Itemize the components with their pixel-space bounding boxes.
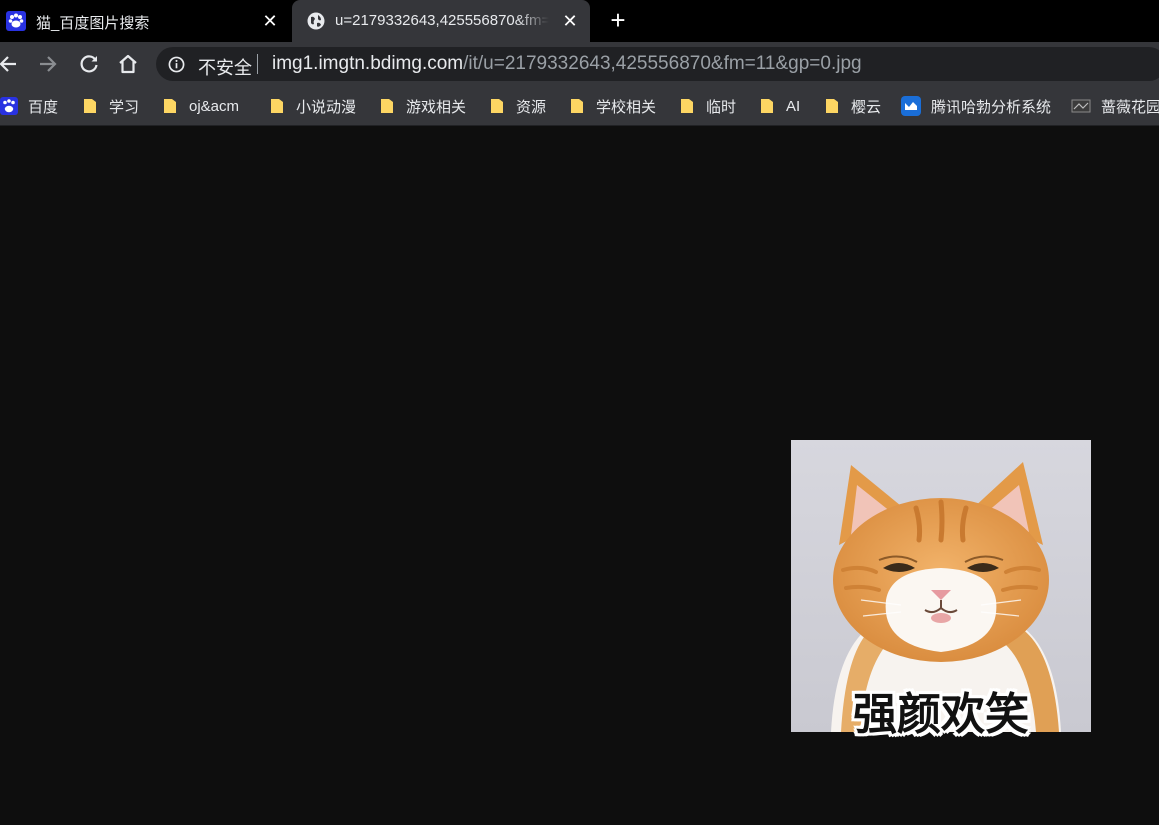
bookmark-label: AI <box>786 97 801 115</box>
bookmark-label: oj&acm <box>189 97 240 115</box>
home-icon[interactable] <box>116 52 140 76</box>
folder-icon <box>271 99 283 113</box>
bookmark-folder-yingyun[interactable]: 樱云 <box>823 96 881 116</box>
security-status-label[interactable]: 不安全 <box>198 54 252 80</box>
cat-meme-image: 强颜欢笑 <box>791 440 1091 740</box>
bookmark-label: 临时 <box>706 98 737 116</box>
bookmark-label: 百度 <box>28 98 59 116</box>
bookmark-folder-ai[interactable]: AI <box>758 96 800 116</box>
bookmark-label: 游戏相关 <box>406 98 467 116</box>
bookmark-baidu[interactable]: 百度 <box>0 96 58 116</box>
reload-icon[interactable] <box>77 52 101 76</box>
bookmark-folder-games[interactable]: 游戏相关 <box>378 96 466 116</box>
close-icon[interactable]: ✕ <box>561 12 579 30</box>
tab-image[interactable]: u=2179332643,425556870&fm=11&gp=0.jpg ✕ <box>292 0 590 42</box>
folder-icon <box>681 99 693 113</box>
tab-baidu-image-search[interactable]: 猫_百度图片搜索 ✕ <box>0 0 290 42</box>
folder-icon <box>381 99 393 113</box>
bookmark-label: 樱云 <box>851 98 882 116</box>
url-text[interactable]: img1.imgtn.bdimg.com/it/u=2179332643,425… <box>272 53 862 75</box>
site-icon <box>1071 99 1091 113</box>
bookmark-label: 学习 <box>109 98 140 116</box>
folder-icon <box>491 99 503 113</box>
tab-strip: 猫_百度图片搜索 ✕ u=2179332643,425556870&fm=11&… <box>0 0 1159 42</box>
tab-title: 猫_百度图片搜索 <box>36 15 150 32</box>
url-host: img1.imgtn.bdimg.com <box>272 53 464 74</box>
plus-icon[interactable]: + <box>606 7 630 33</box>
bookmark-label: 资源 <box>516 98 547 116</box>
bookmark-rose-garden[interactable]: 蔷薇花园 <box>1071 96 1159 116</box>
url-path: /it/u=2179332643,425556870&fm=11&gp=0.jp… <box>463 53 862 74</box>
separator <box>257 54 258 74</box>
folder-icon <box>826 99 838 113</box>
bookmark-folder-study[interactable]: 学习 <box>81 96 139 116</box>
folder-icon <box>164 99 176 113</box>
habo-icon <box>901 96 921 116</box>
folder-icon <box>571 99 583 113</box>
bookmark-folder-novels-anime[interactable]: 小说动漫 <box>268 96 356 116</box>
baidu-paw-icon <box>6 11 26 31</box>
bookmark-folder-resources[interactable]: 资源 <box>488 96 546 116</box>
bookmark-folder-temp[interactable]: 临时 <box>678 96 736 116</box>
address-bar[interactable]: 不安全 img1.imgtn.bdimg.com/it/u=2179332643… <box>156 47 1159 81</box>
bookmark-label: 腾讯哈勃分析系统 <box>931 98 1052 116</box>
back-arrow-icon[interactable] <box>0 52 20 76</box>
tab-title: u=2179332643,425556870&fm=11&gp=0.jpg <box>335 12 549 29</box>
toolbar: 不安全 img1.imgtn.bdimg.com/it/u=2179332643… <box>0 42 1159 86</box>
folder-icon <box>84 99 96 113</box>
bookmark-folder-school[interactable]: 学校相关 <box>568 96 656 116</box>
bookmark-folder-oj-acm[interactable]: oj&acm <box>161 96 239 116</box>
folder-icon <box>761 99 773 113</box>
bookmarks-bar: 百度 学习 oj&acm 小说动漫 游戏相关 资源 学校相关 临时 AI 樱云 <box>0 86 1159 126</box>
bookmark-label: 学校相关 <box>596 98 657 116</box>
bookmark-label: 蔷薇花园 <box>1101 98 1159 116</box>
globe-icon <box>307 12 325 30</box>
info-icon[interactable] <box>168 56 185 73</box>
bookmark-label: 小说动漫 <box>296 98 357 116</box>
bookmark-tencent-habo[interactable]: 腾讯哈勃分析系统 <box>901 96 1051 116</box>
close-icon[interactable]: ✕ <box>261 12 279 30</box>
image-caption: 强颜欢笑 <box>853 689 1029 740</box>
baidu-paw-icon <box>0 97 18 115</box>
forward-arrow-icon[interactable] <box>36 52 60 76</box>
